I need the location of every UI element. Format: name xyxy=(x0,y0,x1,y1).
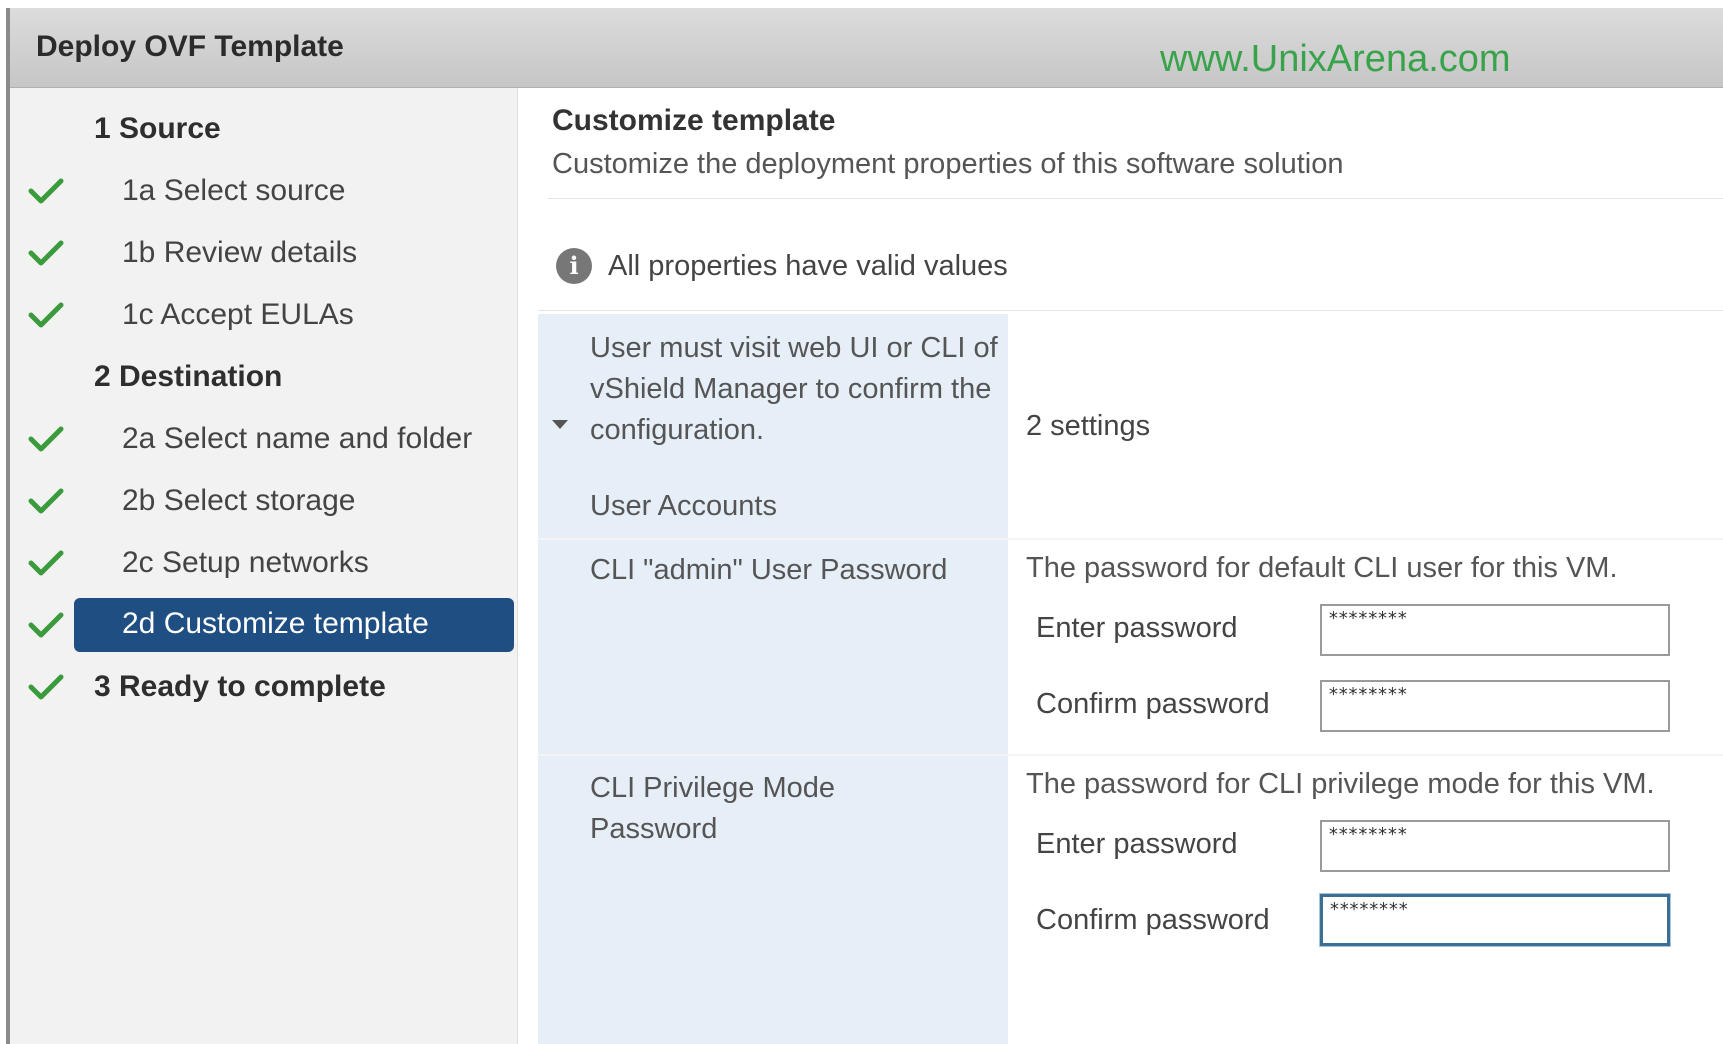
checkmark-icon xyxy=(28,488,64,514)
row-divider xyxy=(538,754,1723,756)
privilege-confirm-password-label: Confirm password xyxy=(1036,904,1270,936)
wizard-step[interactable]: 1b Review details xyxy=(10,226,518,284)
group-settings-count: 2 settings xyxy=(1026,410,1151,442)
wizard-step-label: 2c Setup networks xyxy=(122,546,369,579)
wizard-step[interactable]: 2c Setup networks xyxy=(10,536,518,594)
admin-confirm-password-field[interactable]: ******** xyxy=(1320,680,1670,732)
window-title: Deploy OVF Template xyxy=(36,30,344,63)
group-label[interactable]: User must visit web UI or CLI of vShield… xyxy=(590,328,1000,451)
page-title: Customize template xyxy=(552,104,836,137)
privilege-enter-password-label: Enter password xyxy=(1036,828,1238,860)
wizard-step-label: 2a Select name and folder xyxy=(122,422,473,455)
privilege-confirm-password-field[interactable]: ******** xyxy=(1320,894,1670,946)
admin-enter-password-field[interactable]: ******** xyxy=(1320,604,1670,656)
wizard-step[interactable]: 2d Customize template xyxy=(10,598,518,656)
wizard-step-label: 1a Select source xyxy=(122,174,346,207)
collapse-caret-icon[interactable] xyxy=(552,420,568,429)
validation-status: All properties have valid values xyxy=(608,250,1008,282)
wizard-step[interactable]: 2a Select name and folder xyxy=(10,412,518,470)
wizard-step-label: 2b Select storage xyxy=(122,484,356,517)
admin-confirm-password-label: Confirm password xyxy=(1036,688,1270,720)
admin-enter-password-label: Enter password xyxy=(1036,612,1238,644)
wizard-step[interactable]: 2 Destination xyxy=(10,350,518,408)
wizard-step[interactable]: 1 Source xyxy=(10,102,518,160)
checkmark-icon xyxy=(28,240,64,266)
checkmark-icon xyxy=(28,426,64,452)
wizard-step[interactable]: 3 Ready to complete xyxy=(10,660,518,718)
title-bar: Deploy OVF Template www.UnixArena.com xyxy=(10,8,1723,88)
admin-password-description: The password for default CLI user for th… xyxy=(1026,552,1618,584)
checkmark-icon xyxy=(28,178,64,204)
wizard-step-label: 1b Review details xyxy=(122,236,358,269)
privilege-enter-password-field[interactable]: ******** xyxy=(1320,820,1670,872)
customize-template-panel: Customize template Customize the deploym… xyxy=(518,88,1723,1044)
wizard-step[interactable]: 1c Accept EULAs xyxy=(10,288,518,346)
deploy-ovf-window: Deploy OVF Template www.UnixArena.com 1 … xyxy=(6,8,1723,1044)
divider xyxy=(548,198,1723,199)
page-subtitle: Customize the deployment properties of t… xyxy=(552,148,1344,180)
properties-grid: User must visit web UI or CLI of vShield… xyxy=(538,314,1723,1044)
wizard-step-label: 1 Source xyxy=(94,112,221,145)
privilege-password-label: CLI Privilege Mode Password xyxy=(590,772,835,845)
wizard-step-label: 2 Destination xyxy=(94,360,283,393)
checkmark-icon xyxy=(28,674,64,700)
checkmark-icon xyxy=(28,612,64,638)
info-icon: i xyxy=(556,248,592,284)
wizard-step-label: 2d Customize template xyxy=(122,607,429,640)
wizard-step-label: 3 Ready to complete xyxy=(94,670,386,703)
wizard-step-label: 1c Accept EULAs xyxy=(122,298,354,331)
watermark: www.UnixArena.com xyxy=(1160,38,1511,80)
user-accounts-label: User Accounts xyxy=(590,490,777,522)
wizard-step[interactable]: 2b Select storage xyxy=(10,474,518,532)
wizard-step[interactable]: 1a Select source xyxy=(10,164,518,222)
divider xyxy=(538,310,1723,311)
checkmark-icon xyxy=(28,302,64,328)
checkmark-icon xyxy=(28,550,64,576)
admin-password-label: CLI "admin" User Password xyxy=(590,554,948,586)
privilege-password-description: The password for CLI privilege mode for … xyxy=(1026,768,1655,800)
wizard-steps-sidebar: 1 Source 1a Select source 1b Review detail… xyxy=(10,88,518,1044)
row-divider xyxy=(538,538,1723,540)
